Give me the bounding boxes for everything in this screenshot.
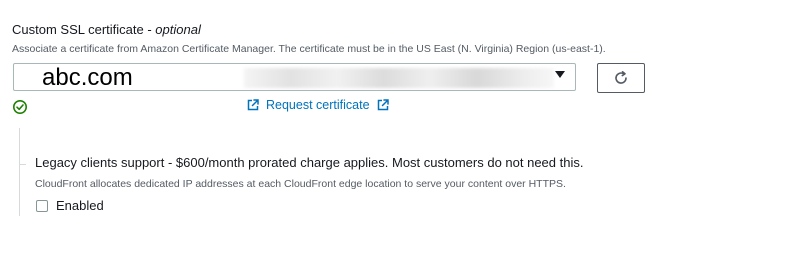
legacy-clients-description: CloudFront allocates dedicated IP addres…	[35, 178, 566, 190]
caret-down-icon	[555, 71, 565, 78]
enabled-checkbox[interactable]	[36, 199, 48, 212]
refresh-icon	[615, 71, 627, 84]
redacted-certificate-id	[244, 68, 554, 88]
certificate-select[interactable]: abc.com	[13, 63, 576, 91]
legacy-clients-enabled-option[interactable]: Enabled	[36, 198, 104, 213]
certificate-select-value: abc.com	[42, 64, 133, 91]
external-link-icon	[247, 99, 259, 111]
refresh-certificates-button[interactable]	[597, 63, 645, 93]
legacy-clients-title: Legacy clients support - $600/month pror…	[35, 155, 584, 170]
optional-label: optional	[155, 22, 201, 37]
request-certificate-label: Request certificate	[266, 98, 370, 112]
ssl-certificate-description: Associate a certificate from Amazon Cert…	[12, 43, 606, 55]
ssl-certificate-title-text: Custom SSL certificate -	[12, 22, 156, 37]
request-certificate-link[interactable]: Request certificate	[246, 98, 390, 112]
external-link-icon	[377, 99, 389, 111]
enabled-label: Enabled	[56, 198, 104, 213]
check-circle-icon	[13, 100, 27, 114]
ssl-settings-panel: Custom SSL certificate - optional Associ…	[0, 0, 804, 258]
ssl-certificate-title: Custom SSL certificate - optional	[12, 22, 201, 37]
section-divider-tick	[19, 164, 26, 165]
section-divider-line	[19, 128, 20, 216]
